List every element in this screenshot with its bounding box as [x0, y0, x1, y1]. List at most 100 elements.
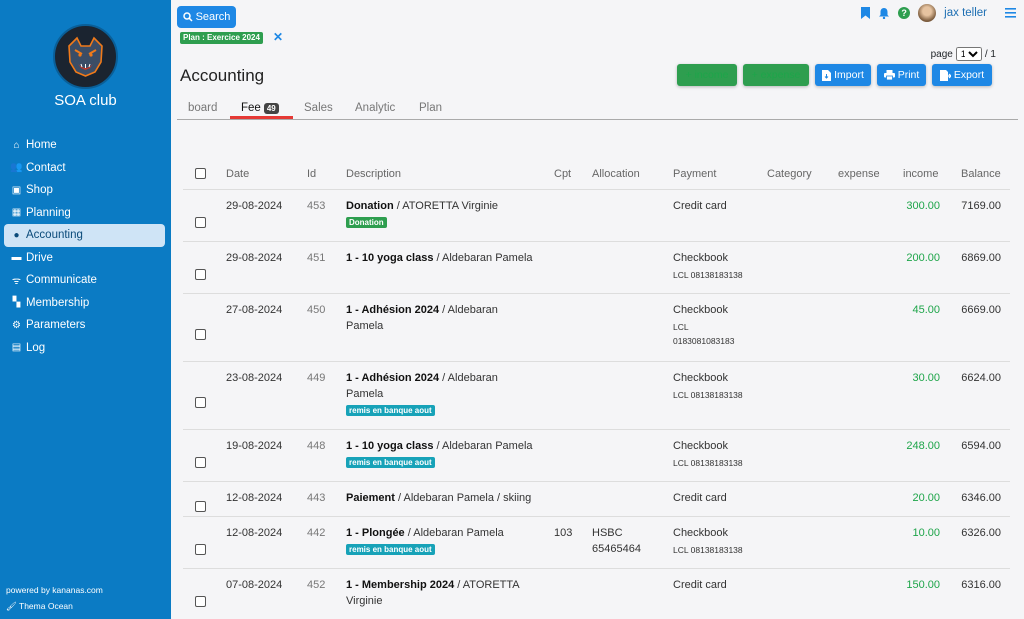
theme-label[interactable]: 🖌 Thema Ocean — [6, 601, 73, 612]
sidebar-item-membership[interactable]: ▚ Membership — [4, 292, 165, 315]
action-buttons: + income + expense Import Print Export — [677, 64, 992, 86]
header-category[interactable]: Category — [767, 166, 812, 182]
row-balance: 6346.00 — [961, 492, 1001, 504]
row-date: 12-08-2024 — [226, 492, 283, 504]
description-title: Donation — [346, 200, 394, 212]
sidebar-item-home[interactable]: ⌂ Home — [4, 134, 165, 157]
tab-board[interactable]: board — [188, 102, 217, 114]
row-balance: 6326.00 — [961, 527, 1001, 539]
description-rest: / ATORETTA — [454, 579, 520, 591]
import-button[interactable]: Import — [815, 64, 871, 86]
print-button[interactable]: Print — [877, 64, 926, 86]
tab-bar: board Fee 49 Sales Analytic Plan — [177, 100, 1018, 120]
row-income: 45.00 — [912, 304, 940, 316]
row-checkbox[interactable] — [195, 596, 206, 607]
add-income-button[interactable]: + income — [677, 64, 737, 86]
header-payment[interactable]: Payment — [673, 166, 716, 182]
row-id[interactable]: 452 — [307, 577, 325, 593]
table-row[interactable]: 29-08-2024 451 1 - 10 yoga class / Aldebar… — [183, 242, 1010, 294]
tab-analytic[interactable]: Analytic — [355, 102, 395, 114]
sidebar-item-label: Accounting — [26, 229, 83, 242]
select-all-checkbox[interactable] — [195, 168, 206, 179]
avatar[interactable] — [918, 4, 937, 22]
search-button[interactable]: Search — [177, 6, 236, 28]
row-id[interactable]: 450 — [307, 302, 325, 318]
row-id[interactable]: 442 — [307, 525, 325, 541]
tab-fee[interactable]: Fee 49 — [241, 102, 279, 114]
row-id[interactable]: 443 — [307, 490, 325, 506]
sidebar-item-communicate[interactable]: ᯤ Communicate — [4, 269, 165, 292]
header-description[interactable]: Description — [346, 166, 401, 182]
row-description[interactable]: 1 - 10 yoga class / Aldebaran Pamela — [346, 250, 546, 266]
row-description[interactable]: 1 - 10 yoga class / Aldebaran Pamela remi… — [346, 438, 546, 470]
row-description[interactable]: Donation / ATORETTA Virginie Donation — [346, 198, 546, 230]
row-balance: 6594.00 — [961, 440, 1001, 452]
sidebar-item-accounting[interactable]: ● Accounting — [4, 224, 165, 247]
row-income: 20.00 — [912, 492, 940, 504]
header-id[interactable]: Id — [307, 166, 316, 182]
tab-plan[interactable]: Plan — [419, 102, 442, 114]
table-row[interactable]: 19-08-2024 448 1 - 10 yoga class / Aldebar… — [183, 430, 1010, 482]
row-id[interactable]: 448 — [307, 438, 325, 454]
page-title: Accounting — [180, 66, 265, 85]
row-checkbox[interactable] — [195, 501, 206, 512]
row-id[interactable]: 449 — [307, 370, 325, 386]
tab-sales[interactable]: Sales — [304, 102, 333, 114]
sidebar-item-shop[interactable]: ▣ Shop — [4, 179, 165, 202]
sidebar-item-contact[interactable]: 👥 Contact — [4, 157, 165, 180]
hamburger-menu-icon[interactable] — [1005, 8, 1016, 18]
table-row[interactable]: 12-08-2024 443 Paiement / Aldebaran Pamela… — [183, 482, 1010, 517]
header-cpt[interactable]: Cpt — [554, 166, 571, 182]
sidebar-item-drive[interactable]: ▬ Drive — [4, 247, 165, 270]
row-balance: 6624.00 — [961, 372, 1001, 384]
table-row[interactable]: 27-08-2024 450 1 - Adhésion 2024 / Aldebar… — [183, 294, 1010, 362]
row-id[interactable]: 451 — [307, 250, 325, 266]
description-title: 1 - Adhésion 2024 — [346, 304, 440, 316]
row-checkbox[interactable] — [195, 397, 206, 408]
header-balance[interactable]: Balance — [961, 166, 1001, 182]
sidebar-item-log[interactable]: ▤ Log — [4, 337, 165, 360]
sidebar-item-parameters[interactable]: ⚙ Parameters — [4, 314, 165, 337]
row-checkbox[interactable] — [195, 269, 206, 280]
table-row[interactable]: 07-08-2024 452 1 - Membership 2024 / ATORE… — [183, 569, 1010, 619]
header-income[interactable]: income — [903, 166, 938, 182]
payment-detail-line2: 0183081083183 — [673, 336, 735, 346]
row-description[interactable]: 1 - Adhésion 2024 / Aldebaran Pamela remis… — [346, 370, 546, 418]
page-label: page — [930, 48, 953, 60]
description-rest-line2: Pamela — [346, 320, 384, 332]
header-expense[interactable]: expense — [838, 166, 880, 182]
bookmark-icon[interactable] — [861, 7, 871, 19]
row-id[interactable]: 453 — [307, 198, 325, 214]
row-checkbox[interactable] — [195, 217, 206, 228]
paint-roller-icon: 🖌 — [6, 601, 17, 611]
row-tag: Donation — [346, 217, 387, 228]
row-balance: 7169.00 — [961, 200, 1001, 212]
row-description[interactable]: Paiement / Aldebaran Pamela / skiing — [346, 490, 546, 506]
row-description[interactable]: 1 - Adhésion 2024 / Aldebaran Pamela — [346, 302, 546, 334]
header-allocation[interactable]: Allocation — [592, 166, 640, 182]
powered-by[interactable]: powered by kananas.com — [6, 585, 103, 595]
club-logo[interactable] — [53, 24, 118, 89]
row-payment: Checkbook LCL 08138183138 — [673, 525, 743, 557]
row-checkbox[interactable] — [195, 544, 206, 555]
description-rest: / Aldebaran Pamela / skiing — [394, 492, 532, 504]
row-checkbox[interactable] — [195, 329, 206, 340]
page-select[interactable]: 1 — [955, 47, 982, 61]
remove-filter-icon[interactable]: ✕ — [273, 30, 283, 44]
sidebar-item-planning[interactable]: ▦ Planning — [4, 202, 165, 225]
table-row[interactable]: 29-08-2024 453 Donation / ATORETTA Virgini… — [183, 190, 1010, 242]
row-description[interactable]: 1 - Plongée / Aldebaran Pamela remis en b… — [346, 525, 546, 557]
row-checkbox[interactable] — [195, 457, 206, 468]
header-date[interactable]: Date — [226, 166, 249, 182]
id-card-icon: ▚ — [12, 297, 21, 309]
table-row[interactable]: 12-08-2024 442 1 - Plongée / Aldebaran Pam… — [183, 517, 1010, 569]
payment-detail: LCL 08138183138 — [673, 390, 743, 400]
bell-icon[interactable] — [878, 7, 890, 19]
export-button[interactable]: Export — [932, 64, 992, 86]
help-icon[interactable]: ? — [898, 7, 911, 19]
row-description[interactable]: 1 - Membership 2024 / ATORETTA Virginie — [346, 577, 546, 609]
row-payment: Credit card — [673, 490, 727, 506]
add-expense-button[interactable]: + expense — [743, 64, 809, 86]
user-name[interactable]: jax teller — [944, 7, 987, 19]
table-row[interactable]: 23-08-2024 449 1 - Adhésion 2024 / Aldebar… — [183, 362, 1010, 430]
